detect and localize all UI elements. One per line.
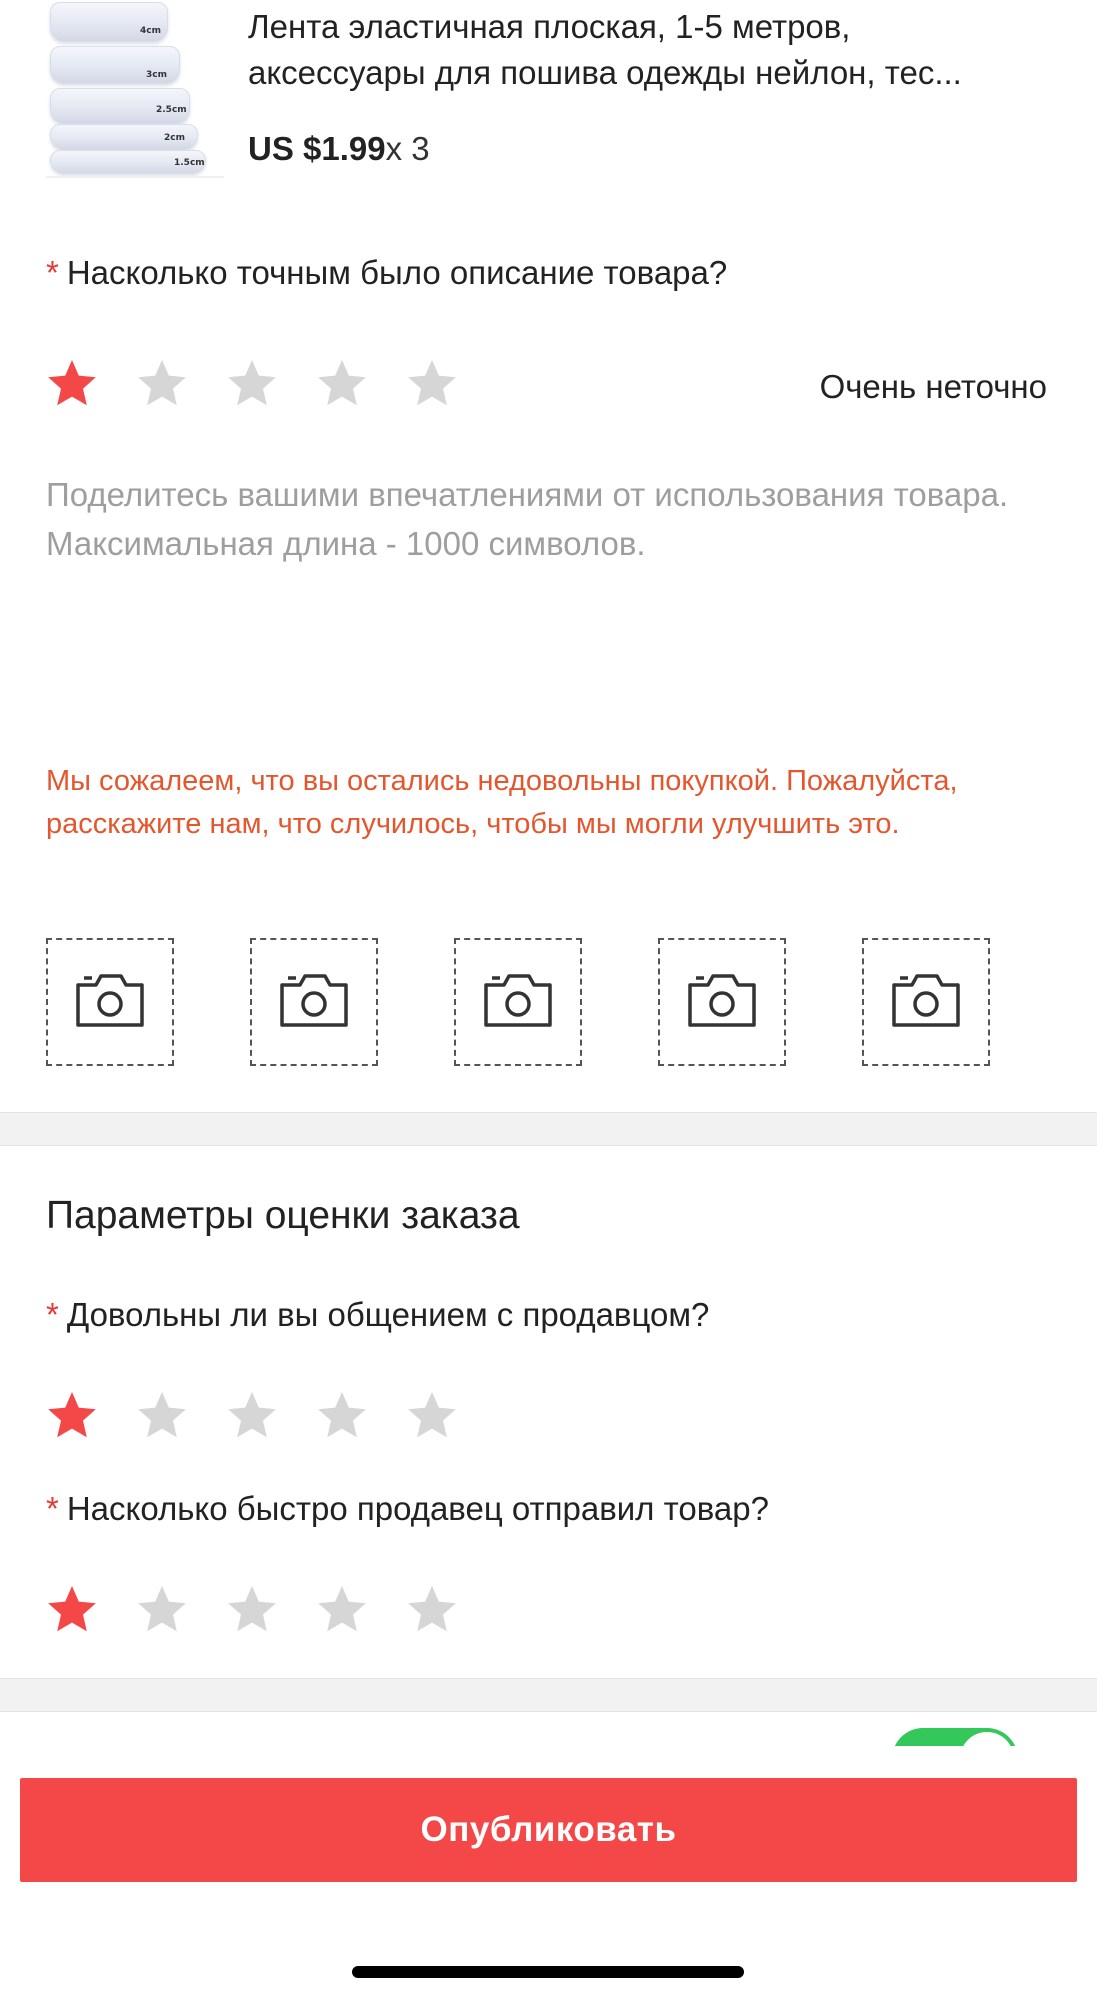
required-mark: * [46,1490,59,1527]
photo-upload-slot-3[interactable] [454,938,582,1066]
product-quantity: x 3 [385,130,430,167]
home-indicator [352,1966,744,1978]
price-row: US $1.99x 3 [248,130,430,168]
star-icon[interactable] [134,1388,190,1444]
review-textarea[interactable] [46,470,1051,730]
product-summary: 4cm 3cm 2.5cm 2cm 1.5cm Лента эластичная… [46,0,1056,180]
camera-icon [278,971,350,1034]
description-accuracy-label: Насколько точным было описание товара? [66,254,728,291]
order-rating-section-title: Параметры оценки заказа [46,1194,520,1237]
section-divider [0,1112,1097,1146]
product-title[interactable]: Лента эластичная плоская, 1-5 метров, ак… [248,4,1068,96]
thumbnail-label-3cm: 3cm [146,70,167,80]
section-divider [0,1678,1097,1712]
star-icon[interactable] [404,1582,460,1638]
star-icon[interactable] [404,356,460,412]
camera-icon [890,971,962,1034]
required-mark: * [46,1296,59,1333]
star-icon[interactable] [404,1388,460,1444]
star-icon[interactable] [44,1388,100,1444]
seller-communication-question: * Довольны ли вы общением с продавцом? [46,1296,709,1334]
thumbnail-label-2-5cm: 2.5cm [156,105,187,115]
product-title-line-2: аксессуары для пошива одежды нейлон, тес… [248,54,962,91]
star-icon[interactable] [44,1582,100,1638]
star-icon[interactable] [134,1582,190,1638]
product-title-line-1: Лента эластичная плоская, 1-5 метров, [248,8,851,45]
star-icon[interactable] [224,1582,280,1638]
camera-icon [74,971,146,1034]
photo-upload-slot-2[interactable] [250,938,378,1066]
star-icon[interactable] [44,356,100,412]
description-rating-text: Очень неточно [819,368,1047,405]
camera-icon [482,971,554,1034]
thumbnail-label-2cm: 2cm [164,133,185,143]
photo-upload-slot-4[interactable] [658,938,786,1066]
star-icon[interactable] [224,1388,280,1444]
shipping-speed-label: Насколько быстро продавец отправил товар… [66,1490,769,1527]
dissatisfaction-message: Мы сожалеем, что вы остались недовольны … [46,765,958,840]
star-icon[interactable] [134,356,190,412]
photo-upload-slot-5[interactable] [862,938,990,1066]
camera-icon [686,971,758,1034]
thumbnail-label-1-5cm: 1.5cm [174,158,205,168]
product-price: US $1.99 [248,130,386,167]
thumbnail-label-4cm: 4cm [140,26,161,36]
description-accuracy-question: * Насколько точным было описание товара? [46,254,727,292]
photo-upload-slot-1[interactable] [46,938,174,1066]
star-icon[interactable] [314,1582,370,1638]
seller-communication-label: Довольны ли вы общением с продавцом? [66,1296,710,1333]
required-mark: * [46,254,59,291]
publish-button[interactable]: Опубликовать [20,1778,1077,1882]
product-thumbnail[interactable]: 4cm 3cm 2.5cm 2cm 1.5cm [46,0,224,178]
star-icon[interactable] [314,356,370,412]
star-icon[interactable] [314,1388,370,1444]
star-icon[interactable] [224,356,280,412]
shipping-speed-question: * Насколько быстро продавец отправил това… [46,1490,769,1528]
